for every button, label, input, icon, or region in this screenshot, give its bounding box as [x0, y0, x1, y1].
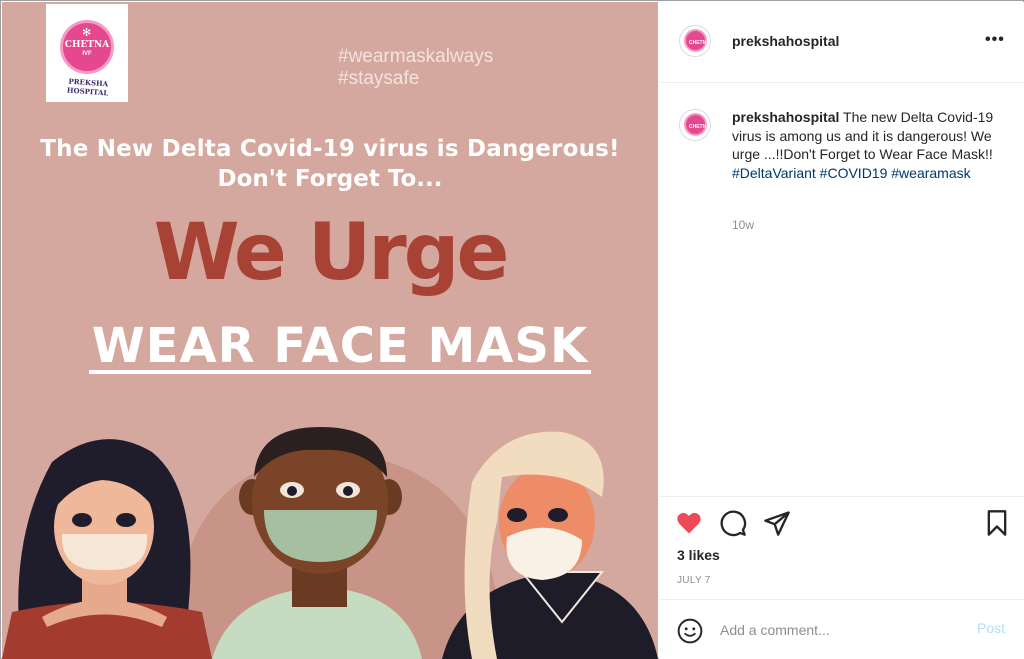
man-pupil-right — [343, 486, 353, 496]
post-caption: prekshahospital The new Delta Covid-19 v… — [732, 108, 1002, 182]
hashtag: #staysafe — [338, 68, 420, 89]
logo-brand-sub: IVF — [82, 51, 92, 57]
paper-plane-icon[interactable] — [763, 509, 791, 537]
woman-figure — [2, 439, 212, 659]
turban-man-eye-right — [548, 508, 568, 522]
post-header: CHETNA prekshahospital ••• — [659, 2, 1024, 83]
turban-man-figure — [442, 431, 658, 659]
headline-line1: The New Delta Covid-19 virus is Dangerou… — [40, 136, 620, 162]
masked-people-illustration — [2, 427, 658, 659]
comment-input[interactable] — [720, 620, 960, 640]
post-date: JULY 7 — [677, 575, 711, 586]
turban-man-eye-left — [507, 508, 527, 522]
like-count[interactable]: 3 likes — [677, 547, 720, 563]
bookmark-icon[interactable] — [983, 509, 1011, 537]
hashtag: #wearmaskalways — [338, 46, 494, 67]
caption-username[interactable]: prekshahospital — [732, 109, 839, 125]
logo-hospital-name: PREKSHA HOSPITAL — [66, 76, 109, 98]
wear-face-mask-title: WEAR FACE MASK — [91, 318, 589, 374]
comment-icon[interactable] — [719, 509, 747, 537]
we-urge-title: We Urge — [153, 208, 510, 298]
headline-line2: Don't Forget To... — [217, 166, 443, 192]
post-image[interactable]: ✻ CHETNA IVF PREKSHA HOSPITAL #wearmaska… — [2, 2, 658, 659]
logo-brand: CHETNA — [64, 40, 110, 50]
more-horizontal-icon[interactable]: ••• — [985, 31, 1005, 49]
woman-eye-left — [72, 513, 92, 527]
flower-icon: ✻ — [82, 27, 92, 39]
post-sidebar: CHETNA prekshahospital ••• CHETNA preksh… — [659, 2, 1024, 659]
hospital-logo: ✻ CHETNA IVF PREKSHA HOSPITAL — [46, 4, 128, 102]
man-pupil-left — [287, 486, 297, 496]
logo-emblem: ✻ CHETNA IVF — [60, 20, 114, 74]
action-bar: 3 likes JULY 7 — [659, 496, 1024, 596]
caption-avatar[interactable]: CHETNA — [679, 109, 711, 141]
header-username[interactable]: prekshahospital — [732, 33, 839, 49]
avatar[interactable]: CHETNA — [679, 25, 711, 57]
caption-hashtags[interactable]: #DeltaVariant #COVID19 #wearamask — [732, 165, 971, 181]
instagram-post-window: ✻ CHETNA IVF PREKSHA HOSPITAL #wearmaska… — [0, 0, 1024, 659]
heart-icon[interactable] — [675, 509, 703, 537]
image-hashtags: #wearmaskalways #staysafe — [338, 46, 638, 90]
woman-eye-right — [116, 513, 136, 527]
post-age[interactable]: 10w — [732, 218, 754, 232]
add-comment-bar: Post — [659, 599, 1024, 659]
emoji-icon[interactable] — [677, 618, 703, 644]
post-button[interactable]: Post — [977, 620, 1005, 636]
title-underline — [89, 370, 591, 374]
